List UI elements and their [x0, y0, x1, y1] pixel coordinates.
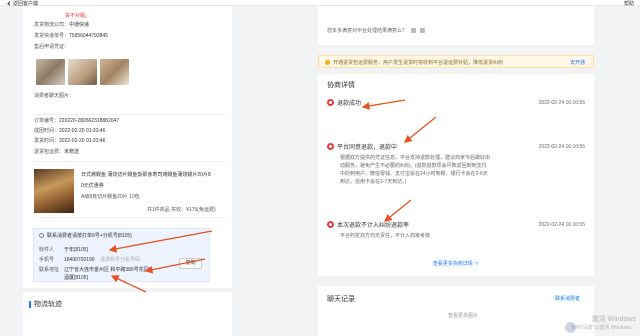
satisfaction-text: 您多多满意对平台处理结果满意么？	[327, 28, 408, 34]
field-label: 收件人	[39, 247, 55, 253]
evidence-images	[36, 59, 129, 85]
info-icon	[39, 233, 44, 238]
notice-title: 联系消费者请按打单6号+分机号[8105]	[47, 233, 132, 239]
receiver-row: 收件人 于年[8105]	[39, 247, 88, 253]
reason-text: 货不对版。	[65, 13, 91, 19]
field-value: 未赠送	[64, 149, 80, 155]
more-images-link[interactable]: 查看更多图片	[448, 312, 478, 319]
timeline-head: 平台同意退款，退款中 2022-02-24 16:10:55	[327, 142, 585, 151]
receiver-name: 于年[8105]	[64, 247, 88, 253]
field-label: 售后申请凭证：	[34, 44, 70, 50]
timeline-time: 2022-02-24 16:10:55	[538, 221, 585, 228]
timeline-body: 根据双方提供的凭证信息，平台支持退款处理，建议商家今后做好出 动服务，避免产生不…	[340, 154, 585, 186]
timeline-item: 本次退款不计入纠纷退款率 2022-02-24 16:10:55 平台判定双方均…	[327, 220, 585, 240]
product-image[interactable]	[34, 169, 74, 213]
contact-consumer-link[interactable]: 联系消费者	[555, 295, 580, 302]
negotiation-card: 协商详情 退款成功 2022-02-24 16:10:55 平台同意退款，退款中…	[318, 74, 594, 276]
order-number-row: 订单编号：220220-280562318882047	[34, 118, 119, 124]
copy-button[interactable]: 复制	[179, 258, 202, 269]
field-label: 发货快递单号：	[34, 33, 70, 39]
evidence-image[interactable]	[68, 59, 97, 85]
promo-text: 开通退货包运费服务，用户发生退货时将收到平台退运费补贴，降低退货纠纷	[333, 60, 504, 66]
order-number-link[interactable]: 220220-280562318882047	[59, 118, 119, 124]
tracking-number-row: 发货快递单号：75856044792845	[34, 33, 108, 39]
thumbs-down-icon[interactable]	[420, 28, 426, 33]
chevron-left-icon	[7, 1, 12, 6]
timeline-line: 平台判定双方均无责任，不计入商家考核	[340, 233, 431, 239]
receiver-info-box: 联系消费者请按打单6号+分机号[8105] 收件人 于年[8105] 手机号 184…	[33, 228, 210, 282]
timeline-line: 动服务，避免产生不必要的纠纷。(退款退款项会尽数返回到到支付	[340, 163, 487, 169]
product-title-line2: 0元优惠券	[81, 183, 104, 189]
timeline-time: 2022-02-24 16:10:55	[538, 143, 585, 150]
help-link[interactable]: 帮助	[624, 0, 634, 7]
address-row: 联系地址 辽宁省大连市金州区 和平路386号花园	[39, 267, 149, 273]
tracking-card: 物流轨迹	[23, 292, 232, 336]
group-time-row: 成团时间：2022-02-20 01:33:46	[34, 128, 105, 134]
timeline-line: 中的到用户，微信零钱、支付宝会在24小时到账，银行卡会在2-6天	[340, 171, 488, 177]
timeline-item: 退款成功 2022-02-24 16:10:55	[327, 98, 585, 107]
field-label: 消费者聊天图片：	[34, 93, 75, 99]
field-label: 发货时间：	[34, 138, 60, 144]
watermark-sub: 转到"设置"以激活 Windows。	[570, 325, 636, 331]
divider	[34, 217, 226, 218]
product-sku: A级8克切片鳗鱼20片 10包	[81, 194, 140, 200]
promo-text-wrap: 开通退货包运费服务，用户发生退货时将收到平台退运费补贴，降低退货纠纷	[325, 59, 503, 66]
timeline-line: 根据双方提供的凭证信息，平台支持退款处理，建议商家今后做好出	[340, 155, 491, 161]
timeline-time: 2022-02-24 16:10:55	[538, 99, 585, 106]
windows-activation-watermark: 激活 Windows 转到"设置"以激活 Windows。	[571, 316, 636, 332]
phone-number: 18400700190	[64, 257, 95, 263]
satisfaction-prompt: 您多多满意对平台处理结果满意么？	[327, 27, 426, 34]
divider	[34, 114, 226, 115]
field-label: 联系地址	[39, 267, 60, 273]
field-label: 成团时间：	[34, 128, 60, 134]
tracking-title: 物流轨迹	[29, 301, 62, 308]
chat-card: 聊天记录 联系消费者 查看更多图片	[318, 286, 594, 336]
evidence-image[interactable]	[100, 59, 129, 85]
timeline-head: 本次退款不计入纠纷退款率 2022-02-24 16:10:55	[327, 220, 585, 229]
consumer-chat-images-row: 消费者聊天图片：	[34, 93, 74, 99]
warning-icon	[325, 60, 330, 65]
evidence-image[interactable]	[36, 59, 65, 85]
watermark-main: 激活 Windows	[591, 316, 636, 323]
satisfaction-card: 您多多满意对平台处理结果满意么？	[318, 6, 594, 45]
status-icon	[327, 143, 334, 150]
field-label: 退货包运费：	[34, 149, 65, 155]
timeline-head: 退款成功 2022-02-24 16:10:55	[327, 98, 585, 107]
field-label: 发货物流公司：	[34, 22, 70, 28]
return-shipping-row: 退货包运费：未赠送	[34, 149, 79, 155]
divider	[34, 161, 226, 162]
field-label: 订单编号：	[34, 118, 60, 124]
chat-title: 聊天记录	[327, 296, 355, 303]
notice-head: 联系消费者请按打单6号+分机号[8105]	[39, 232, 132, 239]
timeline-title: 退款成功	[337, 101, 362, 107]
status-icon	[327, 99, 334, 106]
timeline-body: 平台判定双方均无责任，不计入商家考核	[340, 232, 585, 240]
address-text-line2: 酒厦[8105]	[64, 275, 88, 281]
timeline-line: 到达，信用卡会在3-7天到达。)	[340, 179, 407, 185]
field-value: 中通快递	[69, 22, 90, 28]
field-value: 2022-02-20 01:33:46	[59, 138, 106, 144]
timeline-item: 平台同意退款，退款中 2022-02-24 16:10:55 根据双方提供的凭证…	[327, 142, 585, 186]
field-value: 75856044792845	[69, 33, 108, 39]
status-icon	[327, 221, 334, 228]
timeline-title: 本次退款不计入纠纷退款率	[337, 223, 410, 229]
negotiation-title: 协商详情	[327, 82, 355, 89]
address-text: 辽宁省大连市金州区 和平路386号花园	[64, 267, 149, 273]
product-title[interactable]: 日式烤鳗鱼 蒲烧切片鳗鱼饭即食寿司烤鳗鱼蒲烧鳗片20片8	[81, 172, 211, 178]
logistics-company-row: 发货物流公司：中通快递	[34, 22, 89, 28]
more-details-link[interactable]: 查看更多协商详情 ∨	[318, 260, 594, 267]
field-label: 手机号	[39, 257, 55, 263]
thumbs-up-icon[interactable]	[411, 28, 417, 33]
evidence-row: 售后申请凭证：	[34, 44, 69, 50]
enable-link[interactable]: 去开通	[570, 59, 585, 66]
timeline-title: 平台同意退款，退款中	[337, 145, 398, 151]
ship-time-row: 发货时间：2022-02-20 01:33:46	[34, 138, 105, 144]
phone-row: 手机号 18400700190 请求机号分机号码	[39, 257, 140, 263]
return-shipping-promo: 开通退货包运费服务，用户发生退货时将收到平台退运费补贴，降低退货纠纷 去开通	[318, 55, 594, 68]
phone-hint: 请求机号分机号码	[99, 257, 140, 263]
field-value: 2022-02-20 01:33:46	[59, 128, 106, 134]
order-total: 共1件商品 实收：¥175(免运费)	[147, 207, 216, 213]
